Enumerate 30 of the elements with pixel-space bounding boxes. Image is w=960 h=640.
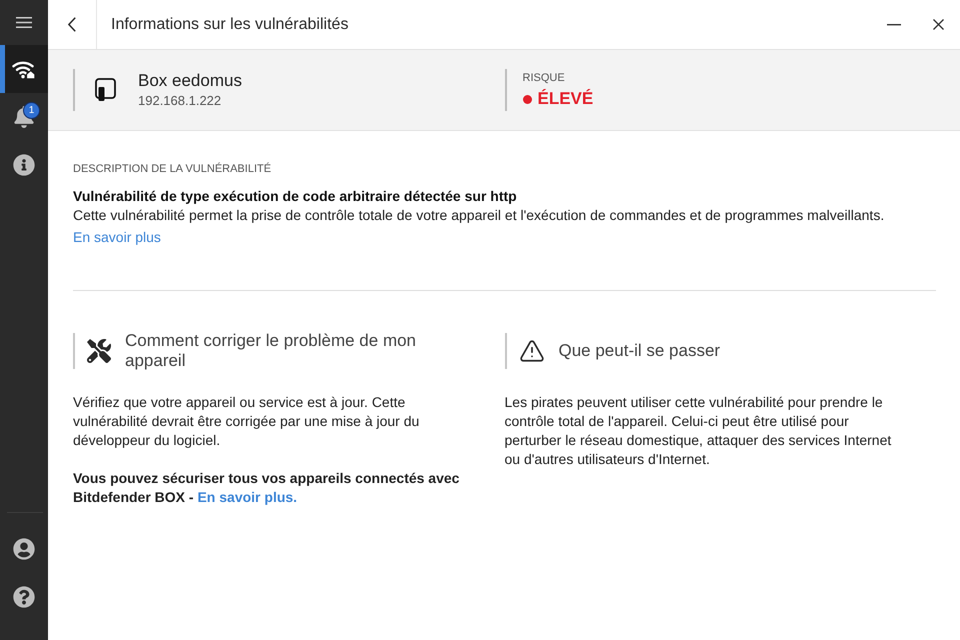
warning-icon	[518, 338, 544, 364]
risk-label: RISQUE	[522, 71, 566, 86]
status-dot-icon	[522, 94, 532, 104]
device-name: Box eedomus	[138, 71, 242, 91]
section-title: Comment corriger le problème de mon appareil	[125, 331, 418, 371]
device-address: 192.168.1.222	[138, 92, 222, 109]
sidebar-item[interactable]	[0, 45, 48, 93]
learn-more-link[interactable]: En savoir plus	[73, 228, 161, 247]
vulnerability-text: Cette vulnérabilité permet la prise de contrôle totale de votre appareil et l'exécution de commandes et de programmes malveillants.	[73, 206, 886, 225]
help-icon	[13, 586, 35, 608]
section-text: Les pirates peuvent utiliser cette vulnérabilité pour prendre le contrôle total de l'appareil. Celui-ci peut être utilisé pour perturber le réseau domestique, attaquer des services Internet ou d'autres utilisateurs d'Internet.	[504, 393, 892, 469]
section-title: Que peut-il se passer	[558, 341, 720, 361]
window-title: Informations sur les vulnérabilités	[111, 16, 348, 34]
info-icon	[13, 154, 35, 176]
vulnerability-title: Vulnérabilité de type exécution de code arbitraire détectée sur http	[73, 187, 518, 206]
wifi-home-icon	[12, 59, 36, 79]
section-text: Vérifiez que votre appareil ou service est à jour. Cette vulnérabilité devrait être corrigée par une mise à jour du développeur du logiciel.	[73, 393, 420, 450]
close-icon	[932, 19, 944, 30]
description-heading: DESCRIPTION DE LA VULNÉRABILITÉ	[73, 162, 272, 177]
notification-badge: 1	[23, 102, 40, 119]
wrench-screwdriver-icon	[87, 339, 111, 363]
device-icon	[95, 78, 116, 102]
minimize-icon	[887, 24, 901, 26]
risk-value: ÉLEVÉ	[538, 89, 594, 109]
menu-icon	[16, 17, 32, 28]
learn-more-link[interactable]: En savoir plus.	[197, 489, 298, 505]
user-icon	[13, 538, 35, 560]
chevron-left-icon	[68, 17, 76, 32]
sidebar-item[interactable]: 1	[0, 93, 48, 141]
section-text: Vous pouvez sécuriser tous vos appareils connectés avec Bitdefender BOX - En savoir plus.	[73, 469, 460, 507]
